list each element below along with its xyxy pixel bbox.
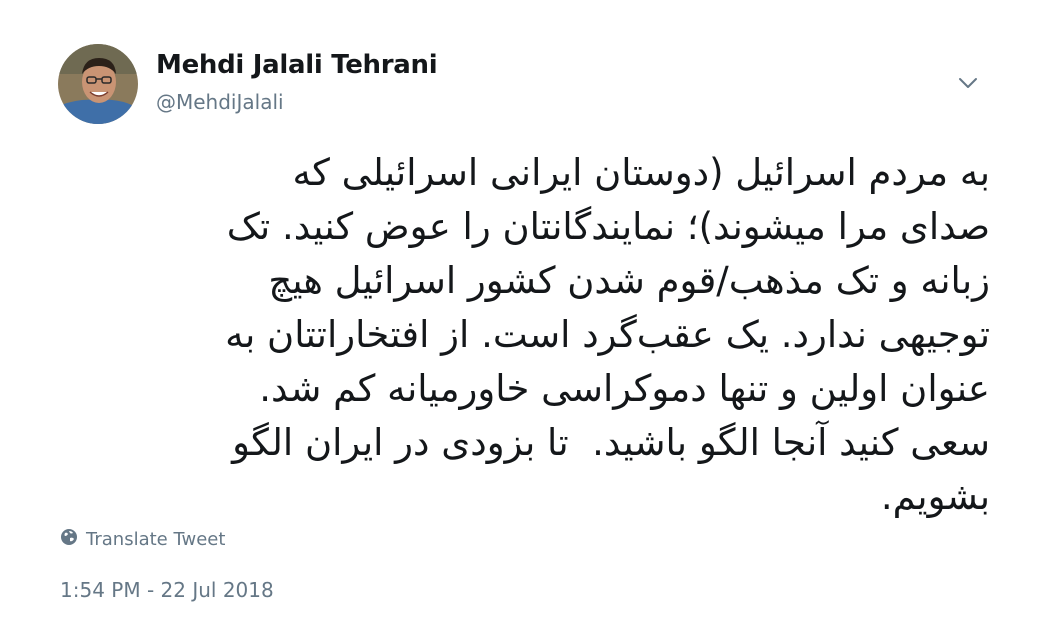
tweet-card: Mehdi Jalali Tehrani @MehdiJalali به مرد… xyxy=(0,0,1043,622)
translate-tweet-button[interactable]: Translate Tweet xyxy=(60,528,225,551)
tweet-text: به مردم اسرائیل (دوستان ایرانی اسرائیلی … xyxy=(225,151,990,518)
user-handle[interactable]: @MehdiJalali xyxy=(156,90,284,114)
avatar[interactable] xyxy=(58,44,138,124)
globe-icon xyxy=(60,528,78,551)
more-options-button[interactable] xyxy=(954,72,982,94)
chevron-down-icon xyxy=(958,74,978,93)
display-name[interactable]: Mehdi Jalali Tehrani xyxy=(156,50,438,80)
tweet-timestamp[interactable]: 1:54 PM - 22 Jul 2018 xyxy=(60,578,274,602)
translate-tweet-label: Translate Tweet xyxy=(86,529,226,550)
